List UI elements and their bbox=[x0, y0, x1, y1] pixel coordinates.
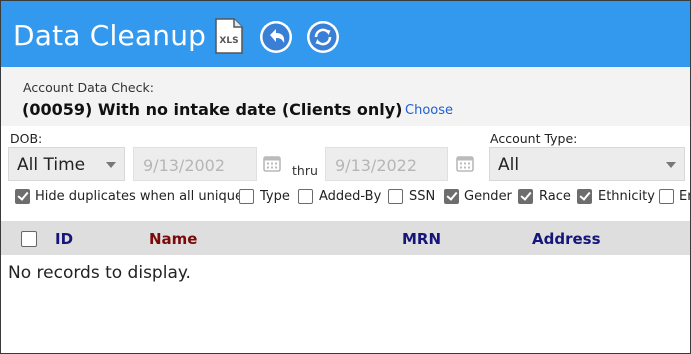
ethnicity-checkbox[interactable] bbox=[577, 189, 592, 204]
added-by-checkbox[interactable] bbox=[298, 189, 313, 204]
account-data-check-panel: Account Data Check: (00059) With no inta… bbox=[1, 67, 690, 126]
xls-export-icon[interactable]: XLS bbox=[214, 18, 244, 54]
column-header-address[interactable]: Address bbox=[532, 230, 601, 248]
account-type-label: Account Type: bbox=[490, 131, 578, 146]
calendar-icon[interactable] bbox=[456, 155, 474, 172]
type-checkbox[interactable] bbox=[239, 189, 254, 204]
calendar-icon[interactable] bbox=[263, 155, 281, 172]
gender-checkbox[interactable] bbox=[444, 189, 459, 204]
chevron-down-icon bbox=[666, 162, 676, 168]
column-header-id[interactable]: ID bbox=[55, 230, 73, 248]
account-type-value: All bbox=[498, 155, 520, 175]
thru-label: thru bbox=[292, 163, 318, 178]
empty-grid-message: No records to display. bbox=[8, 263, 191, 283]
select-all-checkbox[interactable] bbox=[21, 231, 37, 247]
grid-header: ID Name MRN Address bbox=[1, 221, 690, 255]
column-options-row: Hide duplicates when all unique Type Add… bbox=[1, 185, 690, 209]
type-label: Type bbox=[260, 189, 290, 204]
choose-link[interactable]: Choose bbox=[405, 103, 453, 118]
en-checkbox[interactable] bbox=[659, 189, 674, 204]
chevron-down-icon bbox=[106, 162, 116, 168]
dob-label: DOB: bbox=[10, 131, 43, 146]
ethnicity-label: Ethnicity bbox=[598, 189, 655, 204]
column-header-mrn[interactable]: MRN bbox=[402, 230, 441, 248]
date-from-input[interactable]: 9/13/2002 bbox=[133, 147, 257, 181]
column-header-name[interactable]: Name bbox=[149, 230, 197, 248]
account-data-check-label: Account Data Check: bbox=[23, 80, 154, 95]
undo-icon[interactable] bbox=[259, 20, 293, 54]
ssn-label: SSN bbox=[409, 189, 436, 204]
header-bar: Data Cleanup XLS bbox=[1, 1, 690, 67]
hide-duplicates-label: Hide duplicates when all unique bbox=[35, 189, 243, 204]
en-label: En bbox=[679, 189, 690, 204]
added-by-label: Added-By bbox=[319, 189, 382, 204]
account-type-select[interactable]: All bbox=[489, 147, 685, 181]
dob-range-select[interactable]: All Time bbox=[8, 147, 125, 181]
date-to-input[interactable]: 9/13/2022 bbox=[325, 147, 448, 181]
svg-text:XLS: XLS bbox=[219, 36, 238, 46]
data-cleanup-window: Data Cleanup XLS Account Data Check: (00… bbox=[0, 0, 691, 354]
page-title: Data Cleanup bbox=[13, 19, 207, 52]
ssn-checkbox[interactable] bbox=[388, 189, 403, 204]
race-checkbox[interactable] bbox=[518, 189, 533, 204]
hide-duplicates-checkbox[interactable] bbox=[15, 189, 30, 204]
race-label: Race bbox=[539, 189, 571, 204]
dob-range-value: All Time bbox=[17, 155, 86, 175]
refresh-icon[interactable] bbox=[306, 20, 340, 54]
account-data-check-value: (00059) With no intake date (Clients onl… bbox=[22, 100, 403, 119]
gender-label: Gender bbox=[464, 189, 512, 204]
